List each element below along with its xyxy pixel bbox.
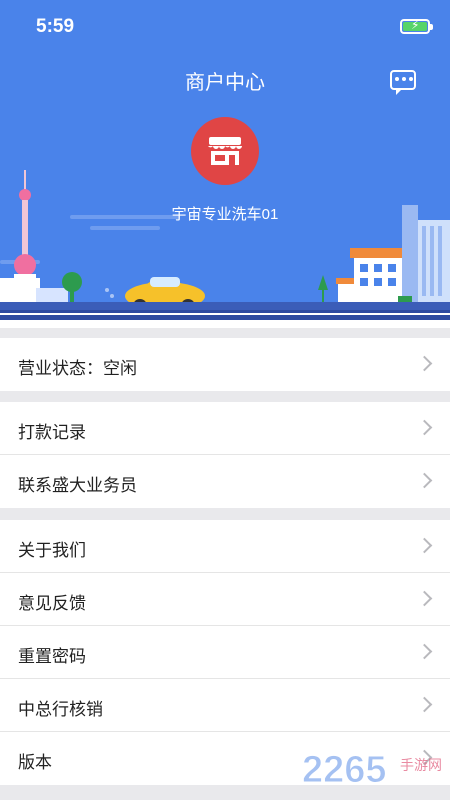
menu-item-feedback[interactable]: 意见反馈: [0, 573, 450, 626]
chevron-right-icon: [416, 419, 433, 436]
message-icon[interactable]: [390, 70, 416, 95]
menu-item-label: 营业状态：空闲: [18, 359, 137, 378]
chevron-right-icon: [416, 643, 433, 660]
menu-item-about-us[interactable]: 关于我们: [0, 520, 450, 573]
menu-item-verification[interactable]: 中总行核销: [0, 679, 450, 732]
menu-item-label: 版本: [18, 753, 52, 772]
battery-icon: ⚡: [400, 18, 433, 34]
menu-group-account: 打款记录 联系盛大业务员: [0, 402, 450, 508]
menu-item-label: 关于我们: [18, 541, 86, 560]
chevron-right-icon: [416, 590, 433, 607]
menu-item-reset-password[interactable]: 重置密码: [0, 626, 450, 679]
menu-group-status: 营业状态：空闲: [0, 338, 450, 391]
status-bar: 5:59 ⚡: [0, 0, 450, 52]
site-watermark-logo: 2265 手游网: [302, 749, 442, 792]
chevron-right-icon: [416, 355, 433, 372]
watermark-text: 手游网: [400, 758, 442, 774]
menu-item-label: 意见反馈: [18, 594, 86, 613]
menu-item-payment-records[interactable]: 打款记录: [0, 402, 450, 455]
menu-item-label: 重置密码: [18, 647, 86, 666]
chevron-right-icon: [416, 696, 433, 713]
merchant-name: 宇宙专业洗车01: [171, 206, 279, 223]
watermark-number: 2265: [302, 749, 387, 791]
chevron-right-icon: [416, 537, 433, 554]
menu-item-label: 中总行核销: [18, 700, 103, 719]
chevron-right-icon: [416, 472, 433, 489]
menu-item-label: 打款记录: [18, 423, 86, 442]
store-icon: [191, 117, 259, 185]
page-title: 商户中心: [185, 72, 265, 94]
menu-item-contact-salesperson[interactable]: 联系盛大业务员: [0, 455, 450, 508]
menu-item-business-status[interactable]: 营业状态：空闲: [0, 338, 450, 391]
header-banner: 5:59 ⚡ 商户中心 宇宙专业洗车01: [0, 0, 450, 328]
status-time: 5:59: [36, 16, 75, 37]
menu-item-label: 联系盛大业务员: [18, 476, 137, 495]
